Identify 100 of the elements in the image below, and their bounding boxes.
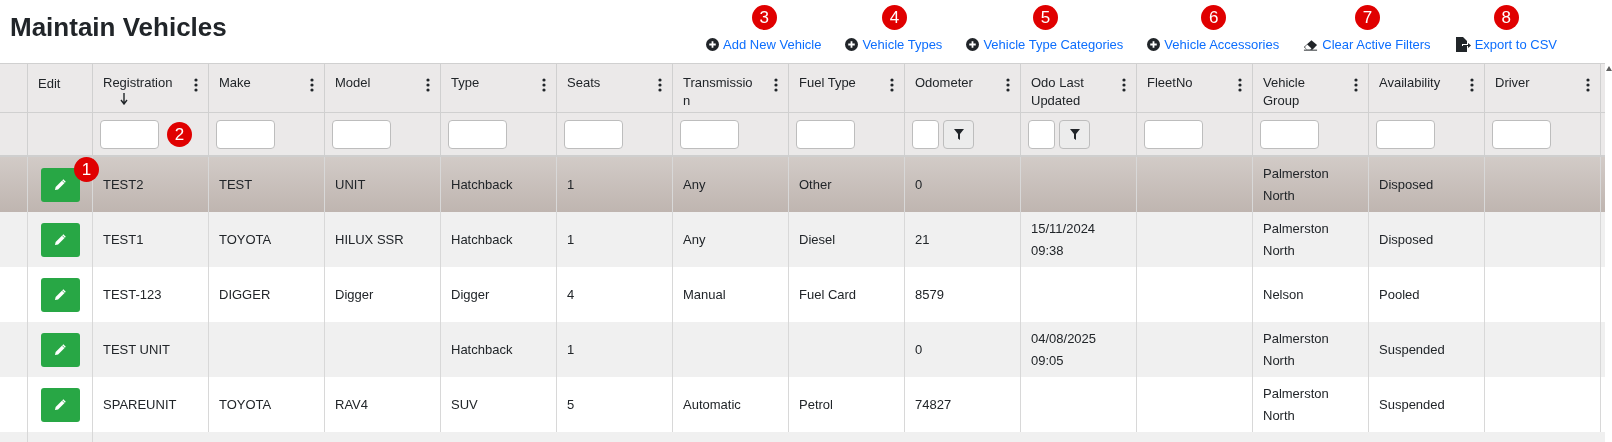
filter-input[interactable] <box>1260 119 1319 149</box>
column-header[interactable]: Fuel Type <box>799 74 871 92</box>
table-cell-text: TOYOTA <box>219 395 272 414</box>
scroll-up-arrow-icon[interactable] <box>1605 66 1612 71</box>
filter-input[interactable] <box>1144 119 1203 149</box>
filter-input[interactable] <box>1376 119 1435 149</box>
column-header[interactable]: Seats <box>567 74 639 92</box>
table-cell-text: 1 <box>567 175 575 194</box>
edit-button[interactable] <box>40 387 80 422</box>
table-cell-text: 8579 <box>915 285 944 304</box>
table-cell-text: UNIT <box>335 175 366 194</box>
table-row[interactable]: 1 TEST2 TEST UNIT Hatchback 1 Any Other 0 Palmerston North Disposed <box>0 157 1605 212</box>
table-row[interactable]: TEST1 TOYOTA HILUX SSR Hatchback 1 Any Diesel 21 15/11/2024 09:38 Palmerston North Disposed <box>0 212 1605 267</box>
table-cell-text: Automatic <box>683 395 741 414</box>
step-badge: 6 <box>1201 5 1227 30</box>
column-menu-icon[interactable] <box>1238 78 1242 92</box>
column-menu-icon[interactable] <box>1470 78 1474 92</box>
table-cell-text: DIGGER <box>219 285 271 304</box>
table-cell-text: Any <box>683 230 706 249</box>
pencil-icon <box>53 288 67 301</box>
step-badge: 5 <box>1032 5 1058 30</box>
table-cell-text: 15/11/2024 09:38 <box>1031 219 1097 260</box>
step-badge: 8 <box>1493 5 1519 30</box>
funnel-icon <box>1069 128 1080 140</box>
table-cell-text: Suspended <box>1379 395 1445 414</box>
edit-button[interactable] <box>40 277 80 312</box>
column-header[interactable]: FleetNo <box>1147 74 1219 92</box>
filter-input[interactable] <box>564 119 623 149</box>
column-header[interactable]: Vehicle Group <box>1263 74 1335 110</box>
table-cell-text: Hatchback <box>451 230 513 249</box>
table-cell-text: 4 <box>567 285 575 304</box>
table-cell-text: SUV <box>451 395 478 414</box>
column-menu-icon[interactable] <box>890 78 894 92</box>
column-header[interactable]: Odo Last Updated <box>1031 74 1103 110</box>
table-cell-text: TEST <box>219 175 253 194</box>
filter-input[interactable] <box>216 119 275 149</box>
edit-button[interactable] <box>40 167 80 202</box>
filter-button[interactable] <box>1059 119 1090 149</box>
table-cell-text: Manual <box>683 285 726 304</box>
table-cell-text: 1 <box>567 340 575 359</box>
column-menu-icon[interactable] <box>542 78 546 92</box>
table-cell-text: Disposed <box>1379 230 1434 249</box>
sort-down-arrow-icon <box>120 93 128 105</box>
table-cell-text: 74827 <box>915 395 952 414</box>
table-cell-text: Hatchback <box>451 175 513 194</box>
filter-input[interactable] <box>796 119 855 149</box>
column-header[interactable]: Driver <box>1495 74 1567 92</box>
column-header[interactable]: Type <box>451 74 523 92</box>
pencil-icon <box>53 398 67 411</box>
column-menu-icon[interactable] <box>1122 78 1126 92</box>
column-menu-icon[interactable] <box>1006 78 1010 92</box>
column-menu-icon[interactable] <box>194 78 198 92</box>
plus-circle-icon <box>966 38 980 52</box>
table-cell-text: Other <box>799 175 832 194</box>
table-cell-text: Digger <box>335 285 374 304</box>
column-header[interactable]: Registration <box>103 74 175 92</box>
filter-input[interactable] <box>1028 119 1055 149</box>
column-header[interactable]: Availability <box>1379 74 1451 92</box>
filter-input[interactable] <box>332 119 391 149</box>
step-badge: 2 <box>167 122 192 147</box>
table-row[interactable]: TEST UNIT Hatchback 1 0 04/08/2025 09:05 Palmerston North Suspended <box>0 322 1605 377</box>
column-menu-icon[interactable] <box>658 78 662 92</box>
filter-input[interactable] <box>448 119 507 149</box>
table-cell-text: Hatchback <box>451 340 513 359</box>
table-cell-text: SPAREUNIT <box>103 395 177 414</box>
table-cell-text: Palmerston North <box>1263 164 1330 205</box>
filter-input[interactable] <box>100 119 159 149</box>
plus-circle-icon <box>845 38 859 52</box>
column-menu-icon[interactable] <box>1586 78 1590 92</box>
table-cell-text: TEST-123 <box>103 285 162 304</box>
pencil-icon <box>53 343 67 356</box>
table-cell-text: 21 <box>915 230 930 249</box>
filter-input[interactable] <box>680 119 739 149</box>
table-cell-text: Palmerston North <box>1263 384 1330 425</box>
edit-button[interactable] <box>40 222 80 257</box>
column-header[interactable]: Model <box>335 74 407 92</box>
table-cell-text: Suspended <box>1379 340 1445 359</box>
column-menu-icon[interactable] <box>774 78 778 92</box>
eraser-icon <box>1303 38 1319 51</box>
filter-button[interactable] <box>943 119 974 149</box>
filter-input[interactable] <box>912 119 939 149</box>
column-menu-icon[interactable] <box>1354 78 1358 92</box>
filter-input[interactable] <box>1492 119 1551 149</box>
column-header[interactable]: Transmission <box>683 74 755 110</box>
table-cell-text: TEST2 <box>103 175 144 194</box>
step-badge: 3 <box>751 5 777 30</box>
page-title: Maintain Vehicles <box>10 14 227 40</box>
table-cell-text: 5 <box>567 395 575 414</box>
table-cell-text: 0 <box>915 340 923 359</box>
table-cell-text: Fuel Card <box>799 285 857 304</box>
table-cell-text: Palmerston North <box>1263 219 1330 260</box>
column-header[interactable]: Make <box>219 74 291 92</box>
column-header[interactable]: Odometer <box>915 74 987 92</box>
table-cell-text: 1 <box>567 230 575 249</box>
step-badge: 7 <box>1354 5 1380 30</box>
plus-circle-icon <box>1147 38 1161 52</box>
table-cell-text: 0 <box>915 175 923 194</box>
edit-button[interactable] <box>40 332 80 367</box>
column-menu-icon[interactable] <box>426 78 430 92</box>
column-menu-icon[interactable] <box>310 78 314 92</box>
